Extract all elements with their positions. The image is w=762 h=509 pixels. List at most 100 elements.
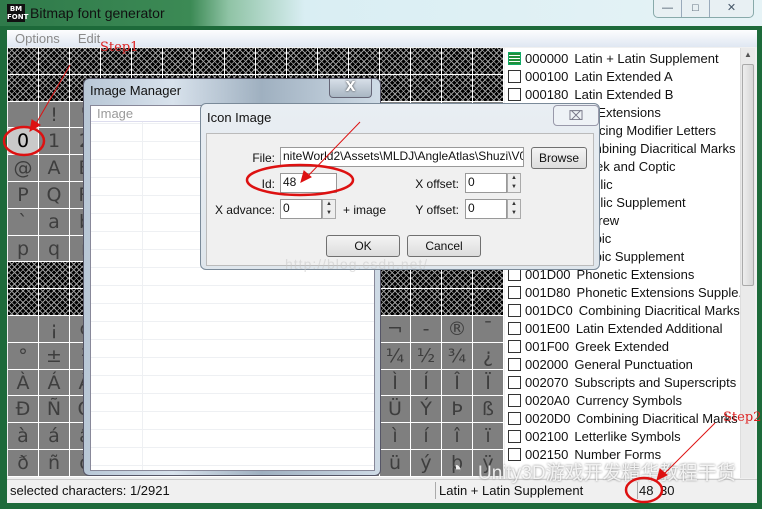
charset-checkbox[interactable] — [508, 52, 521, 65]
charset-item[interactable]: 0020A0 Currency Symbols — [505, 392, 740, 410]
char-cell[interactable]: ¾ — [442, 342, 473, 370]
char-cell[interactable]: Ý — [411, 396, 442, 424]
charset-item[interactable]: 000000 Latin + Latin Supplement — [505, 50, 740, 68]
charset-checkbox[interactable] — [508, 340, 521, 353]
char-cell[interactable]: ¿ — [473, 342, 504, 370]
charset-checkbox[interactable] — [508, 394, 521, 407]
char-cell[interactable]: ü — [380, 450, 411, 477]
char-cell[interactable]: Þ — [442, 396, 473, 424]
char-cell[interactable]: ` — [8, 208, 39, 236]
charset-checkbox[interactable] — [508, 304, 521, 317]
empty-char-cell[interactable] — [8, 289, 39, 316]
char-cell[interactable]: Ð — [8, 396, 39, 424]
char-cell[interactable]: à — [8, 423, 39, 450]
y-offset-spinner[interactable]: ▲ ▼ — [507, 199, 521, 219]
charset-item[interactable]: 001F00 Greek Extended — [505, 338, 740, 356]
char-cell[interactable]: ñ — [39, 450, 70, 477]
charset-item[interactable]: 001E00 Latin Extended Additional — [505, 320, 740, 338]
char-cell[interactable]: p — [8, 235, 39, 263]
char-cell[interactable]: ß — [473, 396, 504, 424]
empty-char-cell[interactable] — [287, 48, 318, 75]
menu-options[interactable]: Options — [15, 31, 60, 46]
image-manager-close-button[interactable]: X — [329, 79, 372, 98]
char-cell[interactable]: á — [39, 423, 70, 450]
char-cell[interactable]: P — [8, 182, 39, 209]
char-cell[interactable]: 1 — [39, 128, 70, 156]
char-cell[interactable]: q — [39, 235, 70, 263]
charset-checkbox[interactable] — [508, 322, 521, 335]
char-cell[interactable]: ½ — [411, 342, 442, 370]
empty-char-cell[interactable] — [163, 48, 194, 75]
char-cell[interactable]: ¯ — [473, 316, 504, 343]
char-cell[interactable]: - — [411, 316, 442, 343]
empty-char-cell[interactable] — [442, 74, 473, 102]
char-cell[interactable]: Î — [442, 369, 473, 397]
char-cell[interactable]: A — [39, 155, 70, 182]
charset-checkbox[interactable] — [508, 70, 521, 83]
empty-char-cell[interactable] — [473, 48, 504, 75]
char-cell[interactable]: Ü — [380, 396, 411, 424]
menu-edit[interactable]: Edit — [78, 31, 100, 46]
char-cell[interactable]: Ñ — [39, 396, 70, 424]
empty-char-cell[interactable] — [256, 48, 287, 75]
empty-char-cell[interactable] — [411, 289, 442, 316]
empty-char-cell[interactable] — [225, 48, 256, 75]
char-cell[interactable]: @ — [8, 155, 39, 182]
x-advance-spinner[interactable]: ▲ ▼ — [322, 199, 336, 219]
empty-char-cell[interactable] — [411, 48, 442, 75]
ok-button[interactable]: OK — [326, 235, 400, 257]
charset-checkbox[interactable] — [508, 412, 521, 425]
empty-char-cell[interactable] — [194, 48, 225, 75]
empty-char-cell[interactable] — [473, 289, 504, 316]
empty-char-cell[interactable] — [39, 74, 70, 102]
char-cell[interactable]: ¡ — [39, 316, 70, 343]
y-offset-input[interactable]: 0 — [465, 199, 507, 219]
x-offset-input[interactable]: 0 — [465, 173, 507, 193]
empty-char-cell[interactable] — [442, 289, 473, 316]
scroll-up-icon[interactable]: ▲ — [744, 50, 752, 59]
char-cell[interactable]: ® — [442, 316, 473, 343]
empty-char-cell[interactable] — [39, 262, 70, 290]
char-cell[interactable]: Á — [39, 369, 70, 397]
char-cell[interactable] — [8, 101, 39, 129]
char-cell[interactable]: ! — [39, 101, 70, 129]
empty-char-cell[interactable] — [8, 48, 39, 75]
char-cell[interactable]: Ï — [473, 369, 504, 397]
close-button[interactable]: ✕ — [710, 0, 753, 17]
char-cell[interactable]: À — [8, 369, 39, 397]
charset-checkbox[interactable] — [508, 286, 521, 299]
minimize-button[interactable]: — — [654, 0, 682, 17]
char-cell[interactable]: Ì — [380, 369, 411, 397]
empty-char-cell[interactable] — [318, 48, 349, 75]
char-cell[interactable]: ± — [39, 342, 70, 370]
empty-char-cell[interactable] — [8, 262, 39, 290]
empty-char-cell[interactable] — [39, 289, 70, 316]
char-cell[interactable]: î — [442, 423, 473, 450]
char-cell[interactable]: Q — [39, 182, 70, 209]
cancel-button[interactable]: Cancel — [407, 235, 481, 257]
browse-button[interactable]: Browse — [531, 147, 587, 169]
empty-char-cell[interactable] — [380, 289, 411, 316]
charset-checkbox[interactable] — [508, 430, 521, 443]
empty-char-cell[interactable] — [380, 74, 411, 102]
x-advance-input[interactable]: 0 — [280, 199, 322, 219]
maximize-button[interactable]: □ — [682, 0, 710, 17]
char-cell[interactable]: a — [39, 208, 70, 236]
char-cell[interactable]: Í — [411, 369, 442, 397]
file-input[interactable]: niteWorld2\Assets\MLDJ\AngleAtlas\Shuzi\… — [280, 147, 524, 167]
charset-item[interactable]: 000180 Latin Extended B — [505, 86, 740, 104]
char-cell[interactable] — [8, 316, 39, 343]
char-cell[interactable]: ° — [8, 342, 39, 370]
charset-checkbox[interactable] — [508, 358, 521, 371]
charset-item[interactable]: 0020D0 Combining Diacritical Marks — [505, 410, 740, 428]
scroll-thumb[interactable] — [742, 64, 754, 286]
char-cell[interactable]: ð — [8, 450, 39, 477]
empty-char-cell[interactable] — [39, 48, 70, 75]
x-offset-spinner[interactable]: ▲ ▼ — [507, 173, 521, 193]
empty-char-cell[interactable] — [473, 74, 504, 102]
empty-char-cell[interactable] — [8, 74, 39, 102]
empty-char-cell[interactable] — [349, 48, 380, 75]
char-cell[interactable]: ì — [380, 423, 411, 450]
empty-char-cell[interactable] — [70, 48, 101, 75]
charset-item[interactable]: 002070 Subscripts and Superscripts — [505, 374, 740, 392]
